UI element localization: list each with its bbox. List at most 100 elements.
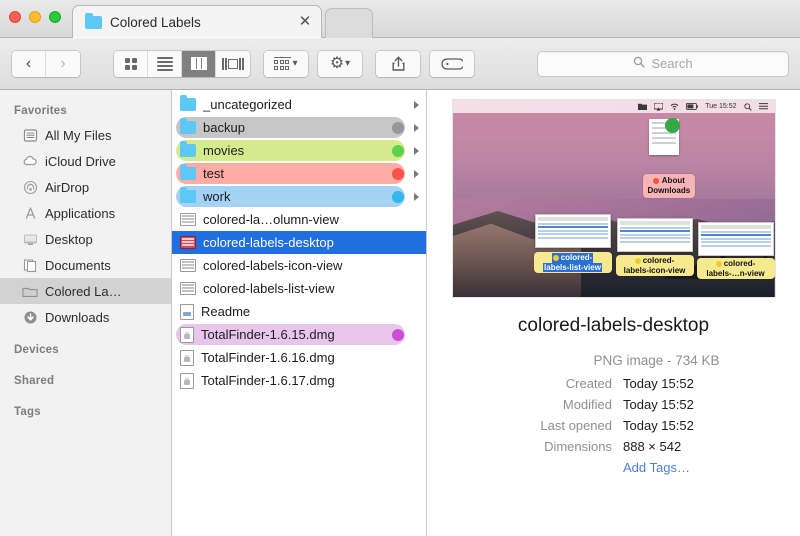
sidebar-item-documents[interactable]: Documents [0,252,171,278]
table-row[interactable]: colored-labels-list-view [172,277,426,300]
back-button[interactable]: ‹ [12,51,46,77]
wifi-icon [670,103,679,110]
sidebar-item-all-my-files[interactable]: All My Files [0,122,171,148]
close-window-button[interactable] [9,11,21,23]
metadata-row: Modified Today 15:52 [475,394,800,415]
label-dot [553,255,559,261]
disclosure-triangle-icon[interactable] [414,101,419,109]
action-button-inner[interactable]: ⚙ ▾ [318,51,362,77]
preview-metadata: Created Today 15:52 Modified Today 15:52… [427,373,800,478]
cover-flow-view-button[interactable] [216,51,250,77]
sidebar-item-icloud-drive[interactable]: iCloud Drive [0,148,171,174]
disclosure-triangle-icon[interactable] [414,124,419,132]
tab-background-stub [325,8,373,38]
metadata-key: Last opened [475,415,623,436]
table-row[interactable]: colored-labels-desktop [172,231,426,254]
item-label-line2: Downloads [648,186,691,195]
tab-colored-labels[interactable]: Colored Labels ✕ [72,5,322,38]
close-icon[interactable]: ✕ [297,14,313,30]
preview-kind: PNG image - 734 KB [427,353,800,368]
table-row[interactable]: _uncategorized [172,93,426,116]
sidebar-item-downloads[interactable]: Downloads [0,304,171,330]
label-dot [653,178,659,184]
sidebar-section-shared: Shared [0,361,171,392]
metadata-key-spacer [475,457,623,478]
folder-icon [180,144,196,157]
sidebar-item-label: AirDrop [45,180,89,195]
item-label-line2: labels-list-view [543,263,602,273]
sidebar-item-label: iCloud Drive [45,154,116,169]
thumbnail-menubar: Tue 15:52 [453,100,775,113]
metadata-row: Created Today 15:52 [475,373,800,394]
tab-strip: Colored Labels ✕ [72,5,800,38]
table-row[interactable]: work [172,185,426,208]
table-row[interactable]: movies [172,139,426,162]
screenshot-thumb-icon [180,236,196,249]
icon-view-button[interactable] [114,51,148,77]
sidebar-item-colored-labels[interactable]: Colored La… [0,278,171,304]
table-row[interactable]: backup [172,116,426,139]
sidebar-item-airdrop[interactable]: AirDrop [0,174,171,200]
thumbnail-desktop-items: colored- labels-list-view colored- label… [453,210,775,292]
label-dot [392,191,404,203]
file-name: _uncategorized [203,97,404,112]
chevron-down-icon: ▾ [292,58,297,69]
screenshot-icon [180,213,196,226]
sidebar-item-applications[interactable]: Applications [0,200,171,226]
table-row[interactable]: test [172,162,426,185]
share-button[interactable] [376,51,420,77]
table-row[interactable]: TotalFinder-1.6.15.dmg [172,323,426,346]
airdrop-icon [22,179,38,195]
table-row[interactable]: Readme [172,300,426,323]
column-view-button[interactable] [182,51,216,77]
sidebar-item-label: Applications [45,206,115,221]
file-name: test [203,166,385,181]
sidebar-section-favorites: Favorites [0,100,171,122]
zoom-window-button[interactable] [49,11,61,23]
chevron-right-icon: › [60,55,65,73]
file-name: colored-labels-desktop [203,235,404,250]
share-button-inner[interactable] [376,51,420,77]
tag-button-inner[interactable] [430,51,474,77]
forward-button[interactable]: › [46,51,80,77]
coverflow-icon [222,58,244,70]
arrange-button-inner[interactable]: ▾ [264,51,308,77]
metadata-key: Modified [475,394,623,415]
item-label-line1: colored- [724,259,756,268]
list-icon [157,55,173,73]
action-button[interactable]: ⚙ ▾ [318,51,362,77]
tag-button[interactable] [430,51,474,77]
notification-center-icon [759,103,768,110]
sidebar-item-label: Documents [45,258,111,273]
table-row[interactable]: TotalFinder-1.6.17.dmg [172,369,426,392]
search-field[interactable]: Search [538,52,788,76]
table-row[interactable]: colored-la…olumn-view [172,208,426,231]
share-icon [392,56,405,71]
title-bar: Colored Labels ✕ [0,0,800,38]
thumbnail-window-preview [698,222,774,256]
list-view-button[interactable] [148,51,182,77]
file-name: Readme [201,304,404,319]
preview-thumbnail: Tue 15:52 About Downloads [453,100,775,297]
sidebar-item-desktop[interactable]: Desktop [0,226,171,252]
minimize-window-button[interactable] [29,11,41,23]
thumbnail-badge [665,118,680,133]
thumbnail-document-icon [649,119,679,155]
sidebar-section-devices: Devices [0,330,171,361]
arrange-button[interactable]: ▾ [264,51,308,77]
label-dot [635,258,641,264]
add-tags-link[interactable]: Add Tags… [623,457,690,478]
metadata-value: 888 × 542 [623,436,681,457]
disclosure-triangle-icon[interactable] [414,193,419,201]
columns-icon [191,57,207,70]
table-row[interactable]: TotalFinder-1.6.16.dmg [172,346,426,369]
file-column[interactable]: _uncategorized backup movies [172,90,427,536]
table-row[interactable]: colored-labels-icon-view [172,254,426,277]
disclosure-triangle-icon[interactable] [414,170,419,178]
search-input[interactable]: Search [651,56,692,71]
chevron-left-icon: ‹ [26,55,31,73]
metadata-value: Today 15:52 [623,415,694,436]
file-name: colored-labels-list-view [203,281,404,296]
disclosure-triangle-icon[interactable] [414,147,419,155]
item-label-line2: labels-icon-view [624,266,686,275]
